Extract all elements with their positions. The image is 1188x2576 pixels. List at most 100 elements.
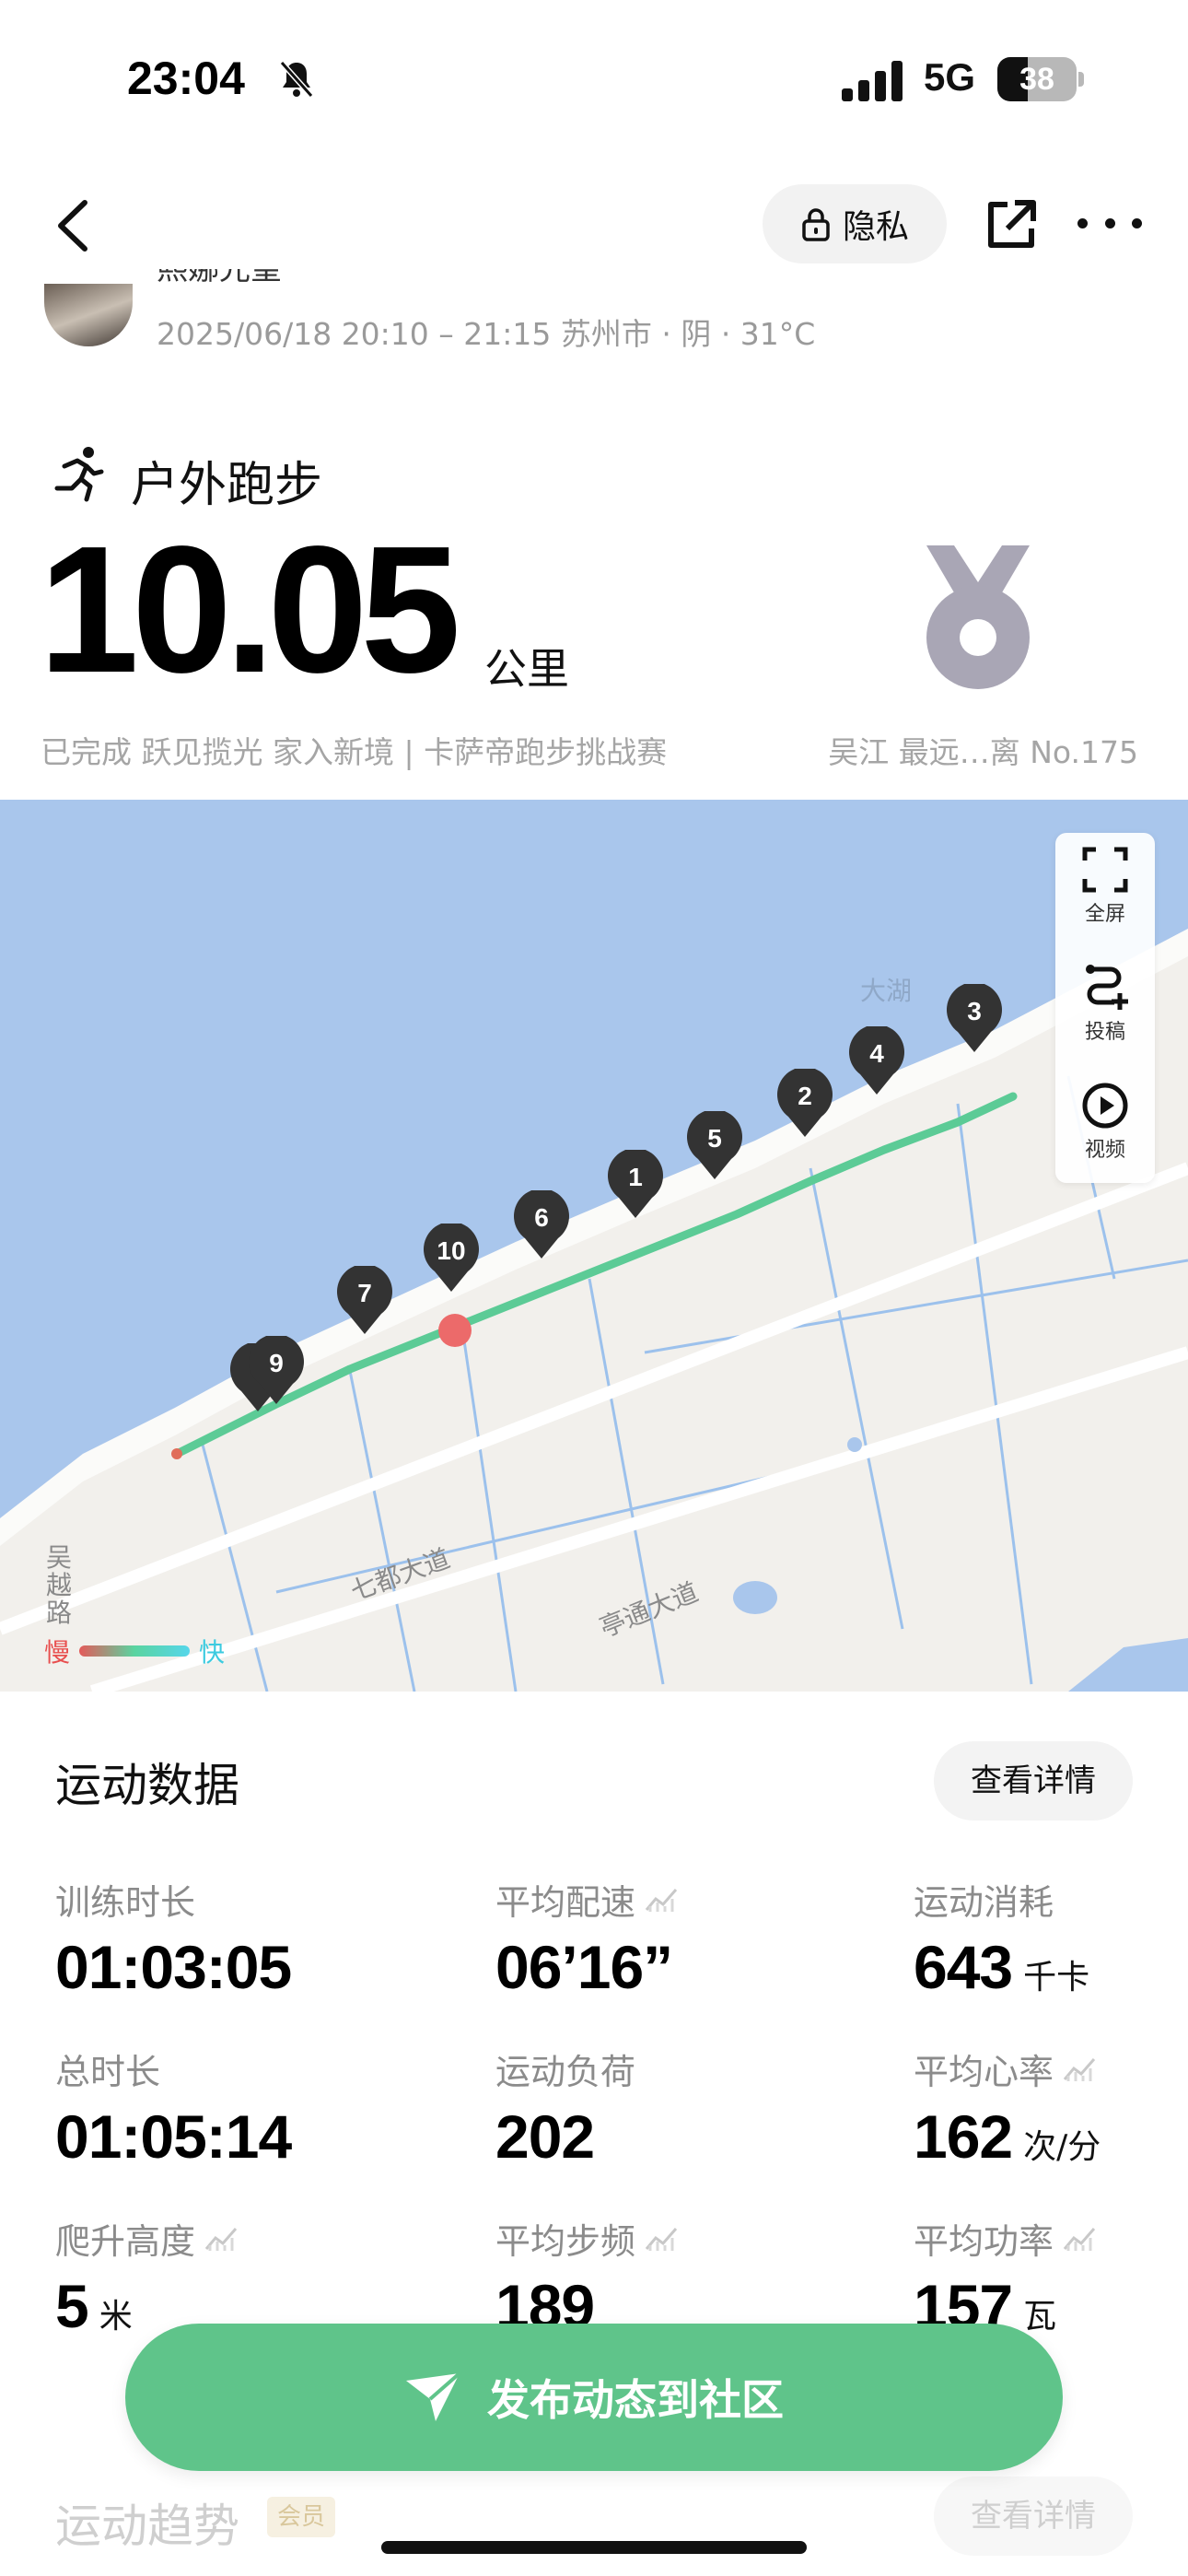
play-icon	[1082, 1083, 1128, 1129]
trend-chart-icon	[1063, 2227, 1096, 2251]
stat-value: 06’16”	[495, 1933, 673, 2001]
km-marker[interactable]: 7	[335, 1264, 394, 1336]
distance-unit: 公里	[484, 644, 569, 694]
fullscreen-label: 全屏	[1084, 903, 1125, 926]
stats-title: 运动数据	[55, 1759, 239, 1812]
video-button[interactable]: 视频	[1055, 1069, 1155, 1170]
km-marker[interactable]: 3	[945, 982, 1004, 1054]
km-marker[interactable]: 9	[247, 1334, 306, 1406]
stat-label: 训练时长	[55, 1882, 196, 1923]
trend-title: 运动趋势	[55, 2500, 239, 2553]
network-type: 5G	[924, 55, 976, 99]
stat-label: 平均步频	[495, 2221, 636, 2262]
stat-elevation-gain[interactable]: 爬升高度 5米	[55, 2213, 238, 2341]
dot-icon	[1104, 217, 1115, 228]
stat-value: 01:03:05	[55, 1933, 292, 2001]
activity-type: 户外跑步	[131, 458, 323, 513]
cast-button[interactable]: 投稿	[1055, 951, 1155, 1052]
km-marker[interactable]: 1	[606, 1148, 665, 1220]
legend-fast: 快	[199, 1637, 226, 1668]
activity-meta: 2025/06/18 20:10 – 21:15 苏州市 · 阴 · 31°C	[157, 316, 816, 352]
km-marker-label: 10	[437, 1236, 466, 1265]
stat-value: 162	[914, 2102, 1013, 2171]
back-button[interactable]	[46, 193, 101, 258]
km-marker[interactable]: 10	[422, 1222, 481, 1294]
stat-training-load: 运动负荷 202	[495, 2043, 635, 2172]
stat-value: 202	[495, 2102, 595, 2171]
bell-muted-icon	[279, 61, 314, 98]
stat-label: 平均心率	[914, 2052, 1054, 2092]
km-marker[interactable]: 6	[512, 1188, 571, 1260]
trend-chart-icon	[645, 1888, 678, 1912]
stat-label: 总时长	[55, 2052, 161, 2092]
trend-chart-icon	[645, 2227, 678, 2251]
lake-label: 大湖	[860, 976, 913, 1006]
stat-unit: 次/分	[1023, 2128, 1101, 2166]
stat-label: 平均功率	[914, 2221, 1054, 2262]
km-marker-label: 9	[269, 1349, 284, 1377]
share-icon[interactable]	[982, 195, 1041, 254]
video-label: 视频	[1084, 1139, 1125, 1162]
km-marker-label: 3	[967, 997, 982, 1025]
distance-value: 10.05	[39, 509, 460, 710]
stat-avg-pace[interactable]: 平均配速 06’16”	[495, 1874, 678, 2002]
km-marker-label: 4	[869, 1039, 884, 1068]
trend-chart-icon	[204, 2227, 238, 2251]
avatar[interactable]	[44, 284, 133, 346]
lock-icon	[802, 208, 830, 241]
stat-total-duration: 总时长 01:05:14	[55, 2043, 292, 2172]
status-time: 23:04	[127, 53, 245, 104]
stat-unit: 千卡	[1023, 1959, 1090, 1996]
dot-icon	[1077, 217, 1088, 228]
status-bar: 23:04 5G 38	[0, 0, 1188, 157]
trend-chart-icon	[1063, 2057, 1096, 2081]
stat-avg-power[interactable]: 平均功率 157 瓦	[914, 2213, 1096, 2341]
stat-unit: 米	[99, 2298, 133, 2336]
route-map[interactable]: 大湖 吴越路 七都大道 亭通大道 3 4 2 5 1 6 10 7 9 全屏 投…	[0, 800, 1188, 1692]
stats-detail-button[interactable]: 查看详情	[934, 1741, 1133, 1821]
km-marker-label: 7	[357, 1279, 372, 1307]
more-options-button[interactable]	[1077, 193, 1142, 252]
medal-icon[interactable]	[921, 545, 1035, 693]
stat-value: 01:05:14	[55, 2102, 292, 2171]
username: 熙娜光皇	[157, 269, 282, 287]
fullscreen-icon	[1082, 847, 1128, 893]
pace-legend: 慢 快	[44, 1633, 225, 1669]
km-marker-label: 5	[707, 1124, 722, 1153]
stat-training-duration: 训练时长 01:03:05	[55, 1874, 292, 2002]
stat-avg-heart-rate[interactable]: 平均心率 162 次/分	[914, 2043, 1101, 2172]
battery-icon: 38	[997, 57, 1084, 101]
home-indicator	[381, 2541, 807, 2554]
publish-to-community-button[interactable]: 发布动态到社区	[125, 2324, 1063, 2471]
stat-calories: 运动消耗 643 千卡	[914, 1874, 1089, 2002]
cast-label: 投稿	[1084, 1021, 1125, 1044]
stat-label: 运动负荷	[495, 2052, 636, 2092]
distance-rank[interactable]: 吴江 最远…离 No.175	[828, 728, 1138, 772]
battery-percent: 38	[1019, 62, 1054, 97]
map-base	[0, 800, 1188, 1692]
fullscreen-button[interactable]: 全屏	[1055, 833, 1155, 934]
stat-value: 5	[55, 2272, 89, 2340]
send-icon	[406, 2371, 461, 2421]
stat-unit: 瓦	[1023, 2298, 1057, 2336]
member-badge: 会员	[267, 2497, 335, 2537]
km-marker-label: 2	[798, 1082, 812, 1110]
dot-icon	[1132, 217, 1142, 228]
km-marker[interactable]: 5	[685, 1109, 744, 1181]
publish-label: 发布动态到社区	[487, 2375, 784, 2425]
route-upload-icon	[1086, 965, 1128, 1010]
legend-slow: 慢	[44, 1637, 71, 1668]
running-icon	[54, 447, 104, 502]
legend-gradient	[79, 1645, 191, 1657]
challenge-event[interactable]: 已完成 跃见揽光 家入新境 | 卡萨帝跑步挑战赛	[41, 728, 667, 772]
stat-avg-cadence[interactable]: 平均步频 189	[495, 2213, 678, 2341]
map-tools: 全屏 投稿 视频	[1055, 833, 1155, 1183]
privacy-button[interactable]: 隐私	[763, 184, 947, 263]
trend-detail-button[interactable]: 查看详情	[934, 2476, 1133, 2556]
stat-value: 643	[914, 1933, 1013, 2001]
stat-label: 爬升高度	[55, 2221, 196, 2262]
km-marker[interactable]: 2	[775, 1067, 834, 1139]
km-marker-label: 6	[534, 1203, 549, 1232]
stat-label: 运动消耗	[914, 1882, 1054, 1923]
km-marker[interactable]: 4	[847, 1025, 906, 1096]
